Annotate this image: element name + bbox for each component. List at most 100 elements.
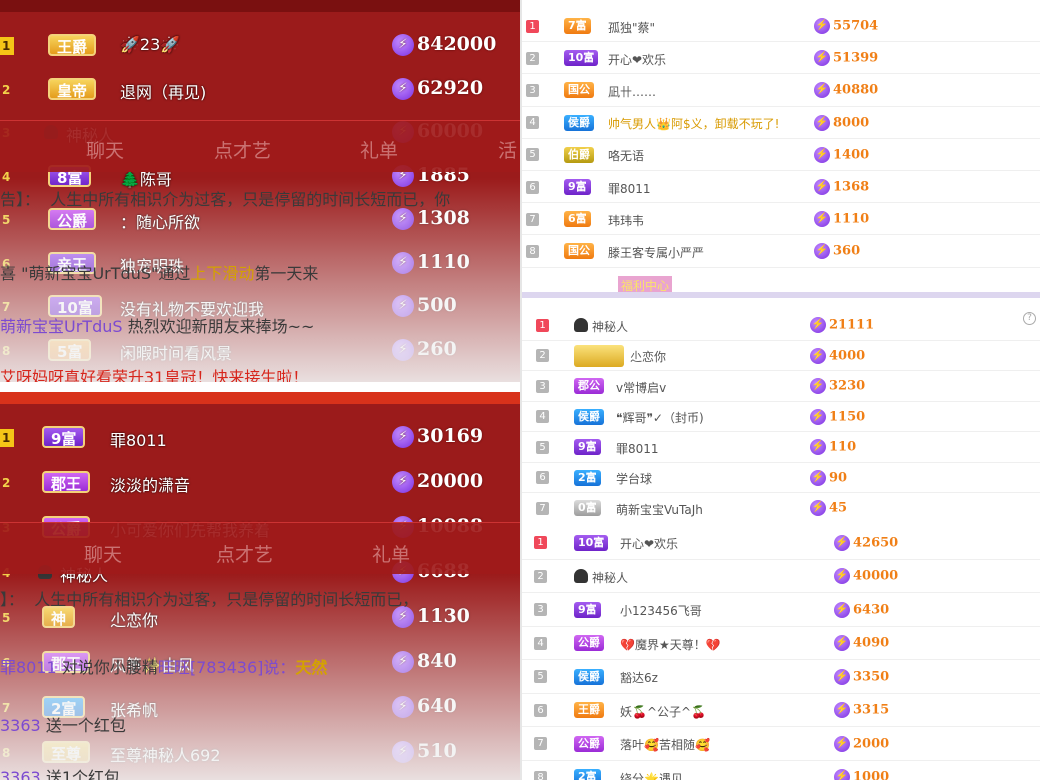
ranking-row[interactable]: 4 侯爵 ❝辉哥❞✓（封币) ⚡ 1150	[522, 402, 1040, 432]
rank-badge: 郡公	[574, 378, 604, 395]
ranking-row[interactable]: 7 6富 玮玮韦 ⚡ 1110	[522, 203, 1040, 236]
ranking-row[interactable]: 1 王爵 🚀23🚀 ⚡ 842000	[0, 24, 520, 67]
gem-amount: ⚡ 842000	[392, 33, 496, 56]
lightning-gem-icon: ⚡	[810, 347, 826, 364]
tab-chat[interactable]: 聊天	[84, 540, 122, 567]
ranking-row[interactable]: 2 郡王 淡淡的潇音 ⚡ 20000	[0, 461, 520, 504]
top-left-ranking-panel: 1王爵🚀23🚀⚡8420002皇帝退网（再见)⚡629203神秘人⚡600004…	[0, 0, 520, 382]
gem-amount-value: 42650	[853, 535, 899, 551]
user-name: 帅气男人👑阿$义，卸载不玩了!	[608, 117, 780, 132]
middle-right-ranking-panel: ? 1 神秘人 ⚡ 21111 2 尐恋你 ⚡ 4000 3 郡公 v常博启v ⚡ 3230 4 侯爵 ❝辉哥…	[522, 300, 1040, 520]
rank-badge: 6富	[564, 211, 591, 228]
bottom-left-ranking-panel: 19富罪8011⚡301692郡王淡淡的潇音⚡200003公爵小可爱你们先帮我养…	[0, 392, 520, 780]
panel-gap	[0, 382, 520, 392]
rank-badge: 9富	[564, 179, 591, 196]
ranking-row[interactable]: 5 侯爵 豁达6z ⚡ 3350	[522, 660, 1040, 694]
rank-badge: 侯爵	[564, 114, 594, 131]
gem-amount-value: 51399	[833, 50, 879, 66]
ranking-row[interactable]: 8 国公 滕王客专属小严严 ⚡ 360	[522, 235, 1040, 268]
ranking-row[interactable]: 1 神秘人 ⚡ 21111	[522, 310, 1040, 341]
tab-bar: 聊天 点才艺 礼单 活	[0, 126, 520, 166]
rank-badge: 皇帝	[48, 77, 97, 100]
rank-badge: 国公	[564, 243, 594, 260]
user-name: 绕分🌟遇见	[620, 771, 683, 780]
ranking-row[interactable]: 4 公爵 💔魔界★天尊！💔 ⚡ 4090	[522, 627, 1040, 660]
gem-amount: ⚡ 42650	[834, 534, 899, 551]
lightning-gem-icon: ⚡	[834, 635, 850, 652]
gem-amount: ⚡ 1000	[834, 769, 889, 780]
gem-amount-value: 40880	[833, 82, 879, 98]
lightning-gem-icon: ⚡	[834, 534, 850, 551]
gem-amount: ⚡ 2000	[834, 735, 890, 752]
ranking-row[interactable]: 5 伯爵 咯无语 ⚡ 1400	[522, 139, 1040, 171]
gem-amount: ⚡ 20000	[392, 470, 483, 493]
lightning-gem-icon: ⚡	[392, 77, 414, 100]
ranking-row[interactable]: 4 侯爵 帅气男人👑阿$义，卸载不玩了! ⚡ 8000	[522, 107, 1040, 139]
gem-amount-value: 3315	[853, 702, 890, 718]
gem-amount-value: 8000	[833, 115, 870, 131]
rank-number: 2	[2, 82, 11, 97]
rank-badge: 2富	[574, 769, 601, 780]
rank-badge: 郡王	[42, 471, 91, 493]
gem-amount-value: 20000	[417, 470, 484, 492]
ranking-row[interactable]: 2 神秘人 ⚡ 40000	[522, 560, 1040, 593]
user-name: 豁达6z	[620, 671, 658, 686]
gem-amount: ⚡ 6430	[834, 601, 889, 618]
ranking-row[interactable]: 1 10富 开心❤欢乐 ⚡ 42650	[522, 526, 1040, 560]
rank-badge: 10富	[574, 534, 609, 551]
user-name: 罪8011	[110, 431, 167, 450]
gem-amount-value: 1110	[833, 211, 870, 227]
gem-amount: ⚡ 40880	[814, 82, 879, 99]
panel-separator	[522, 292, 1040, 298]
tab-activity[interactable]: 活	[498, 136, 517, 163]
user-name: 🚀23🚀	[120, 35, 181, 54]
user-name: 凪卄……	[608, 84, 657, 99]
user-name: 滕王客专属小严严	[608, 245, 705, 260]
ranking-row[interactable]: 2 尐恋你 ⚡ 4000	[522, 341, 1040, 371]
ranking-row[interactable]: 1 7富 孤独"蔡" ⚡ 55704	[522, 10, 1040, 43]
tab-talent[interactable]: 点才艺	[214, 136, 271, 163]
gem-amount-value: 1400	[833, 147, 870, 163]
gem-amount-value: 40000	[853, 568, 899, 584]
ranking-row[interactable]: 3 9富 小123456飞哥 ⚡ 6430	[522, 593, 1040, 627]
gem-amount-value: 3350	[853, 669, 890, 685]
rank-number: 4	[534, 636, 547, 650]
ranking-row[interactable]: 7 公爵 落叶🥰苦相随🥰 ⚡ 2000	[522, 727, 1040, 761]
gem-amount: ⚡ 3230	[810, 378, 865, 395]
lightning-gem-icon: ⚡	[814, 18, 830, 35]
ranking-row[interactable]: 5 9富 罪8011 ⚡ 110	[522, 432, 1040, 463]
rank-number: 7	[536, 501, 549, 515]
user-name: 罪8011	[616, 441, 659, 456]
rank-number: 1	[526, 19, 539, 33]
rank-number: 5	[534, 670, 547, 684]
rank-number: 6	[534, 703, 547, 717]
rank-number: 8	[526, 244, 539, 258]
ranking-row[interactable]: 6 9富 罪8011 ⚡ 1368	[522, 171, 1040, 204]
tab-gift-list[interactable]: 礼单	[372, 540, 410, 567]
rank-number: 2	[2, 476, 11, 490]
lightning-gem-icon: ⚡	[814, 114, 830, 131]
gem-amount-value: 21111	[829, 317, 875, 333]
ranking-row[interactable]: 8 2富 绕分🌟遇见 ⚡ 1000	[522, 761, 1040, 780]
tab-talent[interactable]: 点才艺	[216, 540, 273, 567]
lightning-gem-icon: ⚡	[810, 469, 826, 486]
tab-chat[interactable]: 聊天	[86, 136, 124, 163]
ranking-row[interactable]: 3 国公 凪卄…… ⚡ 40880	[522, 74, 1040, 107]
gem-amount-value: 4090	[853, 635, 890, 651]
rank-number: 4	[526, 116, 539, 130]
user-name: 退网（再见)	[120, 82, 207, 102]
gem-amount-value: 90	[829, 470, 848, 486]
ranking-row[interactable]: 7 0富 萌新宝宝VuTaJh ⚡ 45	[522, 493, 1040, 520]
lightning-gem-icon: ⚡	[834, 568, 850, 585]
ranking-row[interactable]: 2 皇帝 退网（再见) ⚡ 62920	[0, 68, 520, 111]
gem-amount-value: 2000	[853, 736, 890, 752]
ranking-row[interactable]: 6 王爵 妖🍒^公子^🍒 ⚡ 3315	[522, 694, 1040, 727]
rank-number: 4	[536, 410, 549, 424]
tab-gift-list[interactable]: 礼单	[360, 136, 398, 163]
ranking-row[interactable]: 2 10富 开心❤欢乐 ⚡ 51399	[522, 42, 1040, 75]
rank-number: 2	[534, 569, 547, 583]
ranking-row[interactable]: 3 郡公 v常博启v ⚡ 3230	[522, 371, 1040, 402]
user-name: 罪8011	[608, 181, 651, 196]
ranking-row[interactable]: 1 9富 罪8011 ⚡ 30169	[0, 416, 520, 459]
ranking-row[interactable]: 6 2富 学台球 ⚡ 90	[522, 463, 1040, 493]
